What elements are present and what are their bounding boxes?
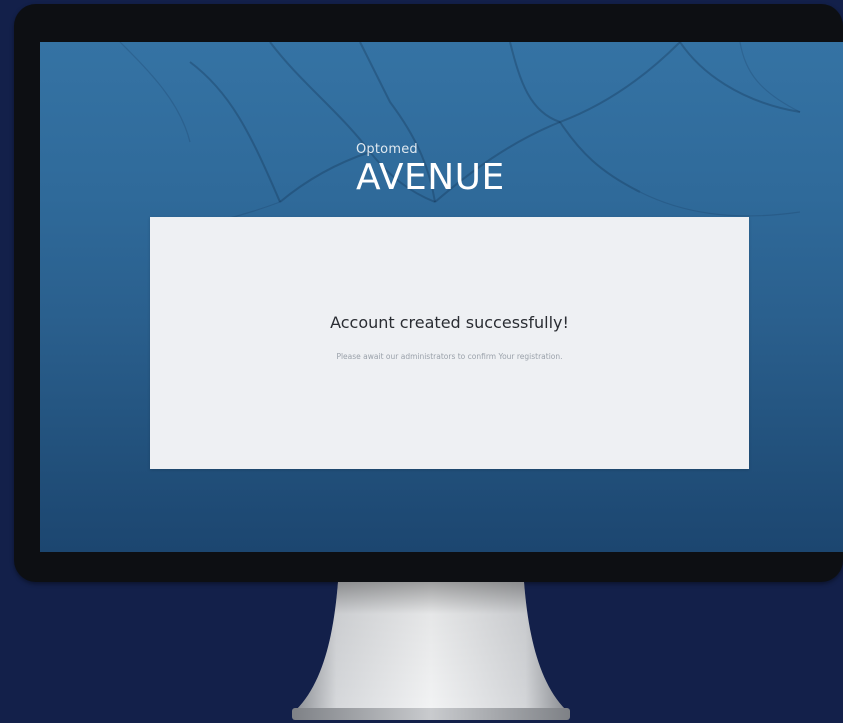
monitor-mockup: Optomed AVENUE Account created successfu…: [0, 0, 843, 723]
screen: Optomed AVENUE Account created successfu…: [40, 42, 843, 552]
brand-product: AVENUE: [356, 157, 505, 198]
monitor-stand: [292, 582, 570, 720]
monitor-bezel: Optomed AVENUE Account created successfu…: [14, 4, 843, 582]
app-logo: Optomed AVENUE: [356, 142, 505, 198]
confirmation-title: Account created successfully!: [330, 313, 569, 332]
brand-company: Optomed: [356, 142, 418, 157]
confirmation-message: Please await our administrators to confi…: [336, 352, 563, 361]
confirmation-card: Account created successfully! Please awa…: [150, 217, 749, 469]
